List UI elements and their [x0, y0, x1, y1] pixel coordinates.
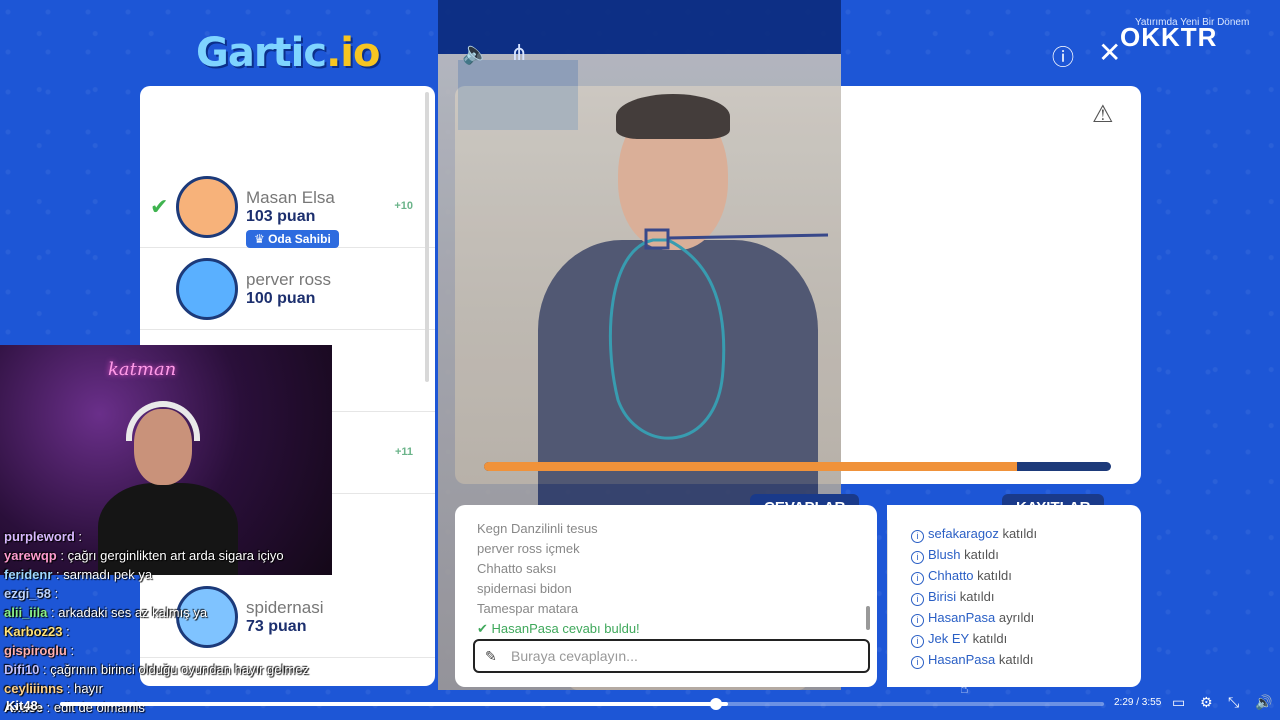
- chat-username: Difi10: [4, 662, 40, 677]
- gartic-logo: Gartic.io: [196, 30, 380, 76]
- chat-username: ceyliiinns: [4, 681, 64, 696]
- share-icon[interactable]: ⋔: [510, 40, 528, 66]
- video-topbar: [438, 0, 841, 54]
- answer-input-placeholder: Buraya cevaplayın...: [511, 648, 638, 664]
- answer-item: perver ross içmek: [477, 541, 580, 556]
- chat-message: Karboz23 :: [4, 622, 334, 641]
- round-timer-fill: [484, 462, 1017, 471]
- answers-list: Kegn Danzilinli tesus perver ross içmek …: [477, 519, 640, 639]
- headphones-icon: [126, 401, 200, 441]
- avatar: [176, 176, 238, 238]
- panel-divider: [887, 520, 888, 670]
- player-points: 103 puan: [246, 208, 316, 225]
- info-icon: i: [911, 530, 924, 543]
- info-icon: i: [911, 635, 924, 648]
- chat-message: ezgi_58 :: [4, 584, 334, 603]
- player-list-scrollbar[interactable]: [425, 92, 429, 382]
- chat-message: purpleword :: [4, 527, 334, 546]
- player-points: 100 puan: [246, 290, 316, 307]
- brand-logo: OKKTR: [1120, 22, 1218, 52]
- avatar: [176, 258, 238, 320]
- chat-text: : sarmadı pek ya: [56, 567, 153, 582]
- answer-input[interactable]: ✎ Buraya cevaplayın...: [473, 639, 870, 673]
- chat-message: Difi10 : çağrının birinci olduğu oyundan…: [4, 660, 334, 679]
- settings-icon[interactable]: ⚙: [1200, 694, 1213, 711]
- video-person-hair: [616, 94, 730, 139]
- player-name: perver ross: [246, 270, 332, 289]
- logs-panel: i sefakaragoz katıldı i Blush katıldı i Chh…: [887, 505, 1141, 687]
- info-icon[interactable]: ⓘ: [1052, 40, 1074, 72]
- answer-item: Tamespar matara: [477, 601, 579, 616]
- exit-fullscreen-icon[interactable]: ⤡: [1228, 694, 1239, 711]
- chat-message: ceyliiinns : hayır: [4, 679, 334, 698]
- chat-username: yarewqp: [4, 548, 57, 563]
- info-icon: i: [911, 551, 924, 564]
- chat-text: : çağrı gerginlikten art arda sigara içi…: [60, 548, 284, 563]
- chat-username: feridenr: [4, 567, 53, 582]
- player-row[interactable]: perver ross 100 puan: [140, 248, 435, 330]
- neon-sign: katman: [108, 359, 177, 380]
- info-icon: i: [911, 572, 924, 585]
- info-icon: i: [911, 614, 924, 627]
- logs-list: i sefakaragoz katıldı i Blush katıldı i Chh…: [911, 523, 1037, 670]
- check-icon: ✔: [150, 194, 169, 219]
- answers-scrollbar[interactable]: [866, 606, 870, 630]
- chat-message: alii_iila : arkadaki ses az kalmış ya: [4, 603, 334, 622]
- points-gained: +10: [394, 200, 413, 212]
- answer-item: spidernasi bidon: [477, 581, 572, 596]
- chat-text: : çağrının birinci olduğu oyundan hayır …: [43, 662, 309, 677]
- volume-icon[interactable]: 🔊: [1255, 694, 1272, 711]
- logo-text: Gartic: [196, 30, 327, 76]
- close-icon[interactable]: ✕: [1098, 36, 1121, 69]
- chat-message: Axuse : edit de olmamis: [4, 698, 334, 717]
- answer-item: Kegn Danzilinli tesus: [477, 521, 598, 536]
- points-gained: +11: [394, 446, 413, 458]
- chat-username: gispiroglu: [4, 643, 67, 658]
- logo-suffix: .io: [326, 30, 380, 76]
- answer-item: Chhatto saksı: [477, 561, 557, 576]
- chat-username: purpleword: [4, 529, 75, 544]
- chat-message: gispiroglu :: [4, 641, 334, 660]
- chat-text: :: [70, 643, 75, 658]
- seek-played: [60, 702, 729, 706]
- log-item: i Jek EY katıldı: [911, 628, 1037, 649]
- chat-text: :: [66, 624, 70, 639]
- time-display: 2:29 / 3:55: [1114, 697, 1162, 708]
- info-icon: i: [911, 656, 924, 669]
- log-item: i HasanPasa katıldı: [911, 649, 1037, 670]
- chat-text: :: [78, 529, 83, 544]
- chat-message: feridenr : sarmadı pek ya: [4, 565, 334, 584]
- chat-username: alii_iila: [4, 605, 48, 620]
- chat-text: : arkadaki ses az kalmış ya: [51, 605, 208, 620]
- seek-bar[interactable]: [60, 702, 1104, 706]
- chat-text: :: [54, 586, 59, 601]
- info-icon: i: [911, 593, 924, 606]
- log-item: i Blush katıldı: [911, 544, 1037, 565]
- kit-label: Kit48: [6, 698, 38, 713]
- captions-icon[interactable]: ▭: [1172, 694, 1185, 711]
- log-item: i HasanPasa ayrıldı: [911, 607, 1037, 628]
- chat-username: Karboz23: [4, 624, 63, 639]
- mouse-cursor-icon: ☝: [960, 680, 969, 696]
- chat-username: ezgi_58: [4, 586, 51, 601]
- answer-success: ✔ HasanPasa cevabı buldu!: [477, 621, 640, 636]
- seek-handle[interactable]: [710, 698, 722, 710]
- chat-text: : hayır: [66, 681, 103, 696]
- room-owner-badge: ♛ Oda Sahibi: [246, 230, 339, 248]
- log-item: i Chhatto katıldı: [911, 565, 1037, 586]
- sound-icon[interactable]: 🔈: [462, 40, 489, 66]
- report-warning-icon[interactable]: ⚠: [1092, 100, 1114, 129]
- player-name: Masan Elsa: [246, 188, 335, 207]
- player-row[interactable]: ✔ Masan Elsa 103 puan +10 ♛ Oda Sahibi: [140, 166, 435, 248]
- drawing-stroke: [608, 228, 829, 440]
- stream-chat: purpleword : yarewqp : çağrı gerginlikten…: [4, 527, 334, 717]
- chat-message: yarewqp : çağrı gerginlikten art arda si…: [4, 546, 334, 565]
- log-item: i sefakaragoz katıldı: [911, 523, 1037, 544]
- log-item: i Birisi katıldı: [911, 586, 1037, 607]
- round-timer-bar: [484, 462, 1111, 471]
- pencil-icon: ✎: [485, 648, 497, 664]
